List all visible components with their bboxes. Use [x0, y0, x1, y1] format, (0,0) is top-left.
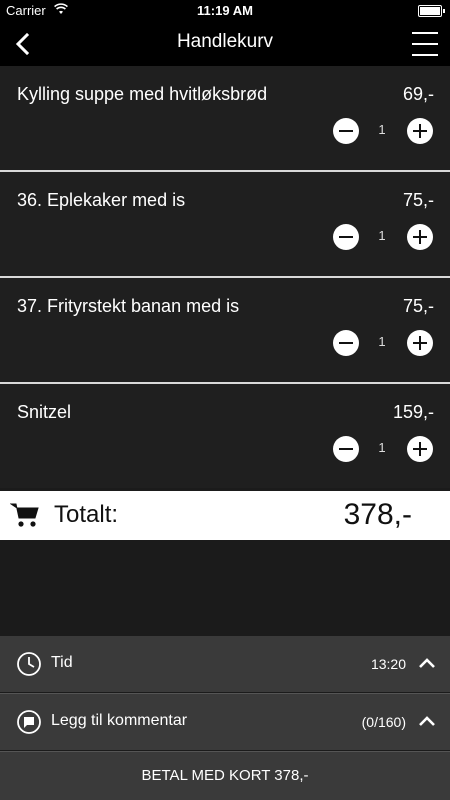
item-quantity: 1: [378, 122, 386, 137]
shopping-cart-icon: [10, 503, 39, 527]
item-name: Kylling suppe med hvitløksbrød: [17, 84, 268, 104]
navigation-bar: Handlekurv: [0, 22, 450, 66]
item-price: 69,-: [402, 84, 434, 104]
item-quantity: 1: [378, 228, 386, 243]
chevron-left-icon: [15, 32, 30, 56]
time-label: Tid: [51, 654, 73, 671]
status-time: 11:19 AM: [197, 3, 253, 18]
total-value: 378,-: [343, 498, 412, 531]
chevron-up-icon: [419, 658, 435, 668]
menu-button[interactable]: [412, 29, 438, 59]
total-label: Totalt:: [54, 501, 119, 528]
decrease-quantity-button[interactable]: [333, 436, 359, 462]
cart-item: Kylling suppe med hvitløksbrød 69,- 1: [0, 66, 450, 170]
cart-item: 36. Eplekaker med is 75,- 1: [0, 172, 450, 276]
page-title: Handlekurv: [176, 31, 274, 52]
item-quantity: 1: [378, 440, 386, 455]
pay-with-card-button[interactable]: BETAL MED KORT 378,-: [0, 752, 450, 800]
hamburger-menu-icon: [412, 32, 438, 56]
decrease-quantity-button[interactable]: [333, 118, 359, 144]
time-value: 13:20: [370, 656, 406, 672]
time-option-row[interactable]: Tid 13:20: [0, 636, 450, 692]
clock-icon: [17, 652, 41, 676]
chevron-up-icon: [419, 716, 435, 726]
item-name: 37. Frityrstekt banan med is: [17, 296, 240, 316]
comment-counter: (0/160): [361, 714, 406, 730]
back-button[interactable]: [10, 30, 38, 58]
item-quantity: 1: [378, 334, 386, 349]
comment-label: Legg til kommentar: [51, 712, 188, 729]
cart-item: 37. Frityrstekt banan med is 75,- 1: [0, 278, 450, 382]
item-name: Snitzel: [17, 402, 72, 422]
comment-option-row[interactable]: Legg til kommentar (0/160): [0, 694, 450, 750]
item-price: 75,-: [402, 190, 434, 210]
total-bar: Totalt: 378,-: [0, 491, 450, 540]
comment-bubble-icon: [17, 710, 41, 734]
status-bar: Carrier 11:19 AM: [0, 0, 450, 22]
decrease-quantity-button[interactable]: [333, 224, 359, 250]
item-name: 36. Eplekaker med is: [17, 190, 186, 210]
item-price: 159,-: [392, 402, 434, 422]
battery-icon: [418, 5, 445, 17]
cart-item: Snitzel 159,- 1: [0, 384, 450, 488]
increase-quantity-button[interactable]: [407, 436, 433, 462]
increase-quantity-button[interactable]: [407, 118, 433, 144]
increase-quantity-button[interactable]: [407, 330, 433, 356]
decrease-quantity-button[interactable]: [333, 330, 359, 356]
item-price: 75,-: [402, 296, 434, 316]
increase-quantity-button[interactable]: [407, 224, 433, 250]
